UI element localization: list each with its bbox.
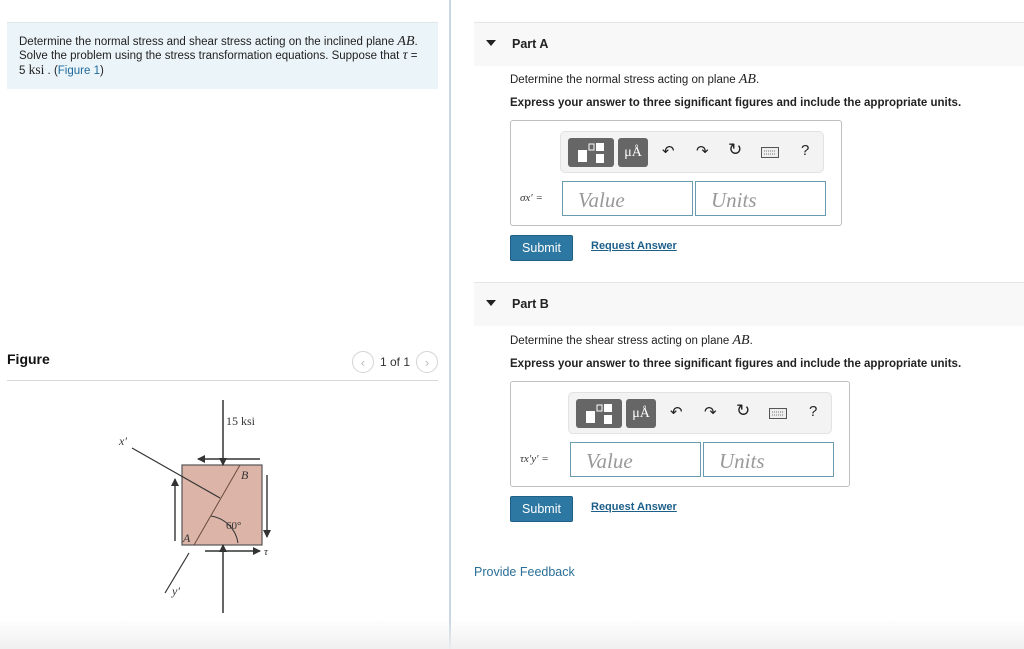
redo-icon[interactable]: ↷ [704,403,717,421]
part-a-answer-box: μÅ ↶ ↷ ↻ ? σx′ = Value Units [510,120,842,226]
point-b-label: B [241,468,249,482]
redo-icon[interactable]: ↷ [696,142,709,160]
templates-button[interactable] [568,138,614,167]
previous-figure-button[interactable]: ‹ [351,351,374,373]
plane-label: AB [732,333,750,348]
part-b-instruction: Express your answer to three significant… [510,358,962,370]
value-input[interactable]: Value [562,181,693,216]
part-b-submit-button[interactable]: Submit [510,496,573,522]
left-pane: Determine the normal stress and shear st… [0,0,450,649]
part-a-header[interactable]: Part A [474,22,1024,66]
question-text: . [755,74,760,86]
reset-icon[interactable]: ↻ [728,140,742,160]
plane-label: AB [397,34,415,49]
tau-unit: ksi [28,62,45,77]
caret-down-icon [486,300,496,306]
chevron-left-icon: ‹ [360,354,366,370]
templates-icon [586,403,612,424]
stress-element [181,464,263,546]
reset-icon[interactable]: ↻ [736,401,750,421]
stress-element-figure: 15 ksi x′ y′ A B 60° τ [118,400,271,613]
part-a-instruction: Express your answer to three significant… [510,97,962,109]
question-text: Determine the shear stress acting on pla… [510,335,733,347]
tau-x-prime-y-prime-label: τx′y′ = [520,453,549,465]
part-a-question: Determine the normal stress acting on pl… [510,72,759,88]
units-button[interactable]: μÅ [626,399,656,428]
angle-label: 60° [226,520,241,532]
point-a-label: A [182,531,191,545]
chevron-right-icon: › [424,354,430,370]
math-toolbar: μÅ ↶ ↷ ↻ ? [568,392,832,434]
part-b-answer-box: μÅ ↶ ↷ ↻ ? τx′y′ = Value Units [510,381,850,487]
value-input[interactable]: Value [570,442,701,477]
keyboard-icon[interactable] [769,406,787,423]
tau-label: τ [264,546,269,558]
problem-text: . ( [44,65,58,77]
right-pane: Part A Determine the normal stress actin… [451,0,1024,649]
help-icon[interactable]: ? [809,403,817,420]
plane-label: AB [738,72,756,87]
math-toolbar: μÅ ↶ ↷ ↻ ? [560,131,824,173]
part-b-header[interactable]: Part B [474,282,1024,326]
units-button[interactable]: μÅ [618,138,648,167]
units-input[interactable]: Units [695,181,826,216]
figure-link[interactable]: Figure 1 [58,65,100,77]
part-a-request-answer-link[interactable]: Request Answer [591,240,677,252]
y-prime-label: y′ [171,584,180,598]
x-prime-label: x′ [118,434,127,448]
units-icon: μÅ [624,144,642,160]
undo-icon[interactable]: ↶ [662,142,675,160]
templates-icon [578,142,604,163]
problem-statement: Determine the normal stress and shear st… [7,22,438,89]
figure-navigation: ‹ 1 of 1 › [351,351,438,373]
help-icon[interactable]: ? [801,142,809,159]
figure-title: Figure [7,351,50,367]
undo-icon[interactable]: ↶ [670,403,683,421]
question-text: Determine the normal stress acting on pl… [510,74,739,86]
part-a-title: Part A [512,37,549,51]
part-b-question: Determine the shear stress acting on pla… [510,333,753,349]
units-icon: μÅ [632,405,650,421]
keyboard-icon[interactable] [761,145,779,162]
figure-header: Figure ‹ 1 of 1 › [7,349,438,381]
caret-down-icon [486,40,496,46]
templates-button[interactable] [576,399,622,428]
provide-feedback-link[interactable]: Provide Feedback [474,565,575,579]
part-b-request-answer-link[interactable]: Request Answer [591,501,677,513]
question-text: . [749,335,753,347]
part-b-title: Part B [512,297,549,311]
figure-counter: 1 of 1 [379,355,410,369]
problem-text: ) [99,65,104,77]
units-input[interactable]: Units [703,442,834,477]
load-label: 15 ksi [226,414,256,428]
part-a-submit-button[interactable]: Submit [510,235,573,261]
problem-text: Determine the normal stress and shear st… [19,36,398,48]
next-figure-button[interactable]: › [416,351,438,373]
sigma-x-prime-label: σx′ = [520,192,543,204]
